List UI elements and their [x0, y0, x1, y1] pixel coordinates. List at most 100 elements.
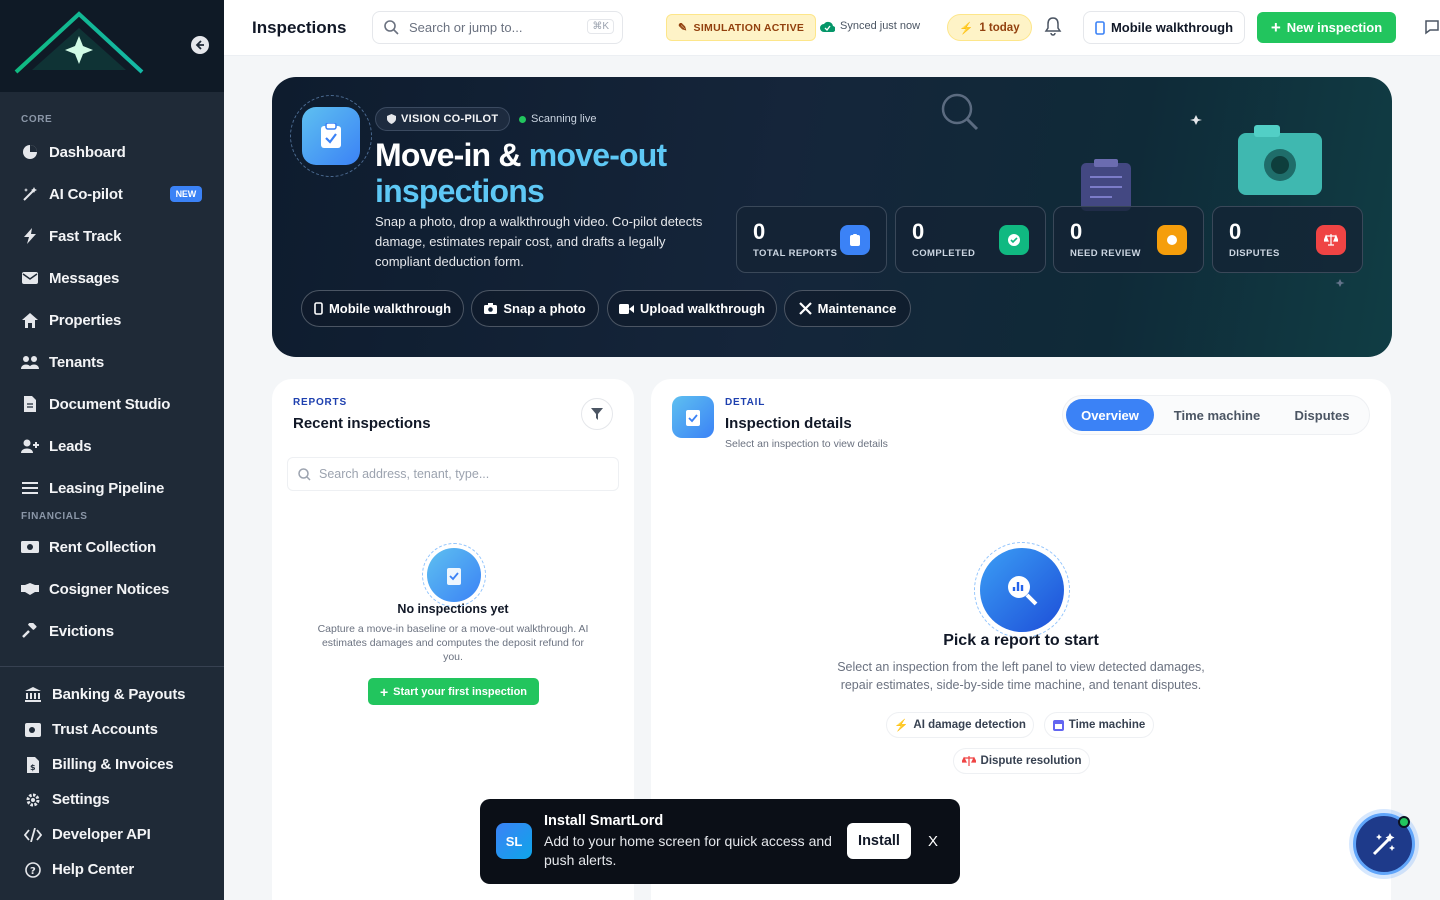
stat-label: DISPUTES	[1229, 248, 1280, 259]
sidebar-item-help-center[interactable]: ? Help Center	[0, 852, 224, 887]
cloud-check-icon	[820, 21, 835, 32]
video-icon	[619, 303, 635, 314]
stat-need-review[interactable]: 0 NEED REVIEW	[1053, 206, 1204, 273]
section-label-financials: FINANCIALS	[21, 511, 88, 522]
upload-walkthrough-button[interactable]: Upload walkthrough	[607, 290, 777, 327]
stat-completed[interactable]: 0 COMPLETED	[895, 206, 1046, 273]
sidebar-item-label: Messages	[49, 269, 120, 287]
clipboard-icon	[840, 225, 870, 255]
detail-subtitle: Select an inspection to view details	[725, 438, 888, 450]
start-first-inspection-button[interactable]: + Start your first inspection	[368, 678, 539, 705]
svg-text:$: $	[30, 763, 36, 772]
vision-copilot-label: VISION CO-PILOT	[401, 113, 499, 125]
hero-description: Snap a photo, drop a walkthrough video. …	[375, 214, 703, 269]
sidebar-item-label: Tenants	[49, 353, 104, 371]
home-icon	[21, 311, 39, 329]
sidebar-item-billing[interactable]: $ Billing & Invoices	[0, 747, 224, 782]
sync-status: Synced just now	[820, 20, 920, 32]
close-toast-button[interactable]: X	[928, 833, 938, 850]
money-icon	[21, 538, 39, 556]
simulation-badge[interactable]: ✎ SIMULATION ACTIVE	[666, 14, 817, 41]
sidebar-item-leasing-pipeline[interactable]: Leasing Pipeline	[0, 467, 224, 509]
hero-action-label: Maintenance	[817, 301, 897, 316]
sidebar-item-banking[interactable]: Banking & Payouts	[0, 677, 224, 712]
reports-search-input[interactable]: Search address, tenant, type...	[287, 457, 619, 491]
bolt-icon	[21, 227, 39, 245]
today-badge[interactable]: ⚡ 1 today	[947, 14, 1032, 41]
new-badge: NEW	[169, 186, 202, 202]
stat-disputes[interactable]: 0 DISPUTES	[1212, 206, 1363, 273]
calendar-icon	[1052, 719, 1064, 731]
sidebar-item-label: Cosigner Notices	[49, 580, 170, 598]
logo-icon[interactable]	[12, 8, 146, 76]
pick-report-title: Pick a report to start	[943, 632, 1099, 649]
topbar: Inspections Search or jump to... ⌘K ✎ SI…	[224, 0, 1440, 56]
notifications-button[interactable]	[1044, 17, 1062, 36]
chip-label: AI damage detection	[913, 719, 1026, 731]
sidebar-item-properties[interactable]: Properties	[0, 299, 224, 341]
filter-button[interactable]	[581, 398, 613, 430]
clipboard-check-icon	[302, 107, 360, 165]
bolt-icon: ⚡	[894, 720, 909, 732]
sidebar-item-fast-track[interactable]: Fast Track	[0, 215, 224, 257]
live-dot-icon	[519, 115, 526, 123]
sidebar-item-label: Evictions	[49, 622, 114, 640]
today-label: 1 today	[979, 21, 1020, 34]
sidebar-item-label: Rent Collection	[49, 538, 157, 556]
hero-mobile-walkthrough-button[interactable]: Mobile walkthrough	[301, 290, 464, 327]
tab-overview[interactable]: Overview	[1066, 399, 1154, 431]
snap-photo-button[interactable]: Snap a photo	[471, 290, 599, 327]
sidebar-item-tenants[interactable]: Tenants	[0, 341, 224, 383]
new-inspection-button[interactable]: + New inspection	[1257, 12, 1396, 43]
chip-label: Time machine	[1068, 719, 1146, 731]
sidebar-item-document-studio[interactable]: Document Studio	[0, 383, 224, 425]
sidebar-item-cosigner-notices[interactable]: Cosigner Notices	[0, 568, 224, 610]
toast-message: Add to your home screen for quick access…	[544, 833, 832, 868]
scale-icon	[1316, 225, 1346, 255]
chip-time-machine: Time machine	[1044, 712, 1154, 738]
search-input[interactable]: Search or jump to... ⌘K	[372, 11, 623, 44]
tab-time-machine[interactable]: Time machine	[1154, 399, 1280, 431]
stat-label: COMPLETED	[912, 248, 976, 259]
hero-title-main: Move-in &	[375, 137, 529, 173]
tab-disputes[interactable]: Disputes	[1280, 399, 1364, 431]
install-button[interactable]: Install	[847, 823, 911, 859]
section-label-core: CORE	[21, 114, 53, 125]
sidebar-item-settings[interactable]: Settings	[0, 782, 224, 817]
empty-state-description: Capture a move-in baseline or a move-out…	[317, 623, 589, 663]
empty-state-title: No inspections yet	[397, 602, 509, 616]
sidebar-item-developer-api[interactable]: Developer API	[0, 817, 224, 852]
sidebar-item-ai-copilot[interactable]: AI Co-pilot NEW	[0, 173, 224, 215]
scanning-status: Scanning live	[519, 113, 596, 125]
stat-total-reports[interactable]: 0 TOTAL REPORTS	[736, 206, 887, 273]
hourglass-icon	[1157, 225, 1187, 255]
stat-value: 0	[753, 219, 766, 244]
detail-tabs: Overview Time machine Disputes	[1062, 395, 1370, 435]
filter-icon	[591, 408, 603, 420]
search-icon	[298, 467, 311, 481]
collapse-sidebar-button[interactable]	[191, 36, 209, 54]
sidebar-item-messages[interactable]: Messages	[0, 257, 224, 299]
sidebar-item-trust-accounts[interactable]: Trust Accounts	[0, 712, 224, 747]
mobile-walkthrough-button[interactable]: Mobile walkthrough	[1083, 11, 1245, 44]
sidebar-item-rent-collection[interactable]: Rent Collection	[0, 526, 224, 568]
ai-assistant-button[interactable]	[1353, 813, 1415, 875]
bell-icon	[1044, 17, 1062, 36]
stat-value: 0	[912, 219, 925, 244]
maintenance-button[interactable]: Maintenance	[784, 290, 911, 327]
sidebar-item-evictions[interactable]: Evictions	[0, 610, 224, 652]
chat-button[interactable]	[1424, 19, 1440, 35]
detail-kicker: DETAIL	[725, 397, 766, 408]
sidebar-item-label: Leads	[49, 437, 92, 455]
clipboard-icon	[672, 396, 714, 438]
reports-kicker: REPORTS	[293, 397, 347, 408]
sidebar-item-label: Fast Track	[49, 227, 122, 245]
scanning-label: Scanning live	[531, 113, 597, 125]
online-indicator	[1398, 816, 1410, 828]
hero-action-label: Snap a photo	[503, 301, 586, 316]
gear-icon	[24, 791, 42, 809]
sidebar-item-leads[interactable]: Leads	[0, 425, 224, 467]
chip-dispute-resolution: Dispute resolution	[953, 748, 1090, 774]
sidebar-item-dashboard[interactable]: Dashboard	[0, 131, 224, 173]
clipboard-check-icon	[427, 548, 481, 602]
